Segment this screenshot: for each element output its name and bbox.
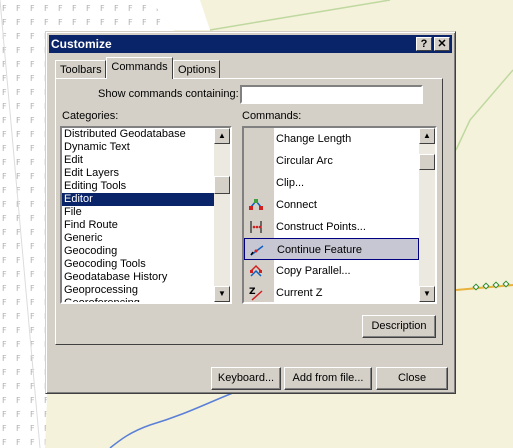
dialog-title-bar[interactable]: Customize ? ✕ [49,35,452,53]
command-label: Construct Points... [276,221,366,233]
add-from-file-button[interactable]: Add from file... [284,367,372,390]
commands-scrollbar[interactable]: ▲ ▼ [419,128,435,302]
category-item[interactable]: Geocoding Tools [62,258,214,271]
commands-listbox[interactable]: Change Length Circular Arc Clip... Connect C… [242,126,437,304]
tab-options[interactable]: Options [173,60,220,79]
connect-icon [248,197,264,213]
blank-icon [248,131,264,147]
command-item[interactable]: Z Current Z [244,282,419,302]
scroll-down-arrow-icon[interactable]: ▼ [419,286,435,302]
tab-options-label: Options [178,64,216,76]
commands-header: Commands: [242,110,302,122]
keyboard-button[interactable]: Keyboard... [211,367,281,390]
continue-feature-icon [249,242,265,258]
command-label: Circular Arc [276,155,333,167]
scroll-up-arrow-icon[interactable]: ▲ [214,128,230,144]
category-item[interactable]: Geocoding [62,245,214,258]
close-window-button[interactable]: ✕ [434,37,450,51]
search-label: Show commands containing: [98,88,239,100]
category-item[interactable]: File [62,206,214,219]
categories-listbox[interactable]: Distributed Geodatabase Dynamic Text Edit E… [60,126,232,304]
command-item[interactable]: Circular Arc [244,150,419,172]
current-z-icon: Z [248,285,264,301]
blank-icon [248,153,264,169]
categories-header: Categories: [62,110,119,122]
category-item[interactable]: Geoprocessing [62,284,214,297]
command-item[interactable]: Copy Parallel... [244,260,419,282]
category-item[interactable]: Edit Layers [62,167,214,180]
help-button[interactable]: ? [416,37,432,51]
category-item[interactable]: Georeferencing [62,297,214,302]
command-item[interactable]: Change Length [244,128,419,150]
command-label: Change Length [276,133,352,145]
close-button[interactable]: Close [376,367,448,390]
categories-scrollbar[interactable]: ▲ ▼ [214,128,230,302]
svg-text:Z: Z [249,287,256,297]
command-item[interactable]: Construct Points... [244,216,419,238]
search-input[interactable] [240,85,423,104]
command-item[interactable]: Clip... [244,172,419,194]
command-label: Copy Parallel... [276,265,351,277]
command-label: Continue Feature [277,244,362,256]
command-item[interactable]: Continue Feature [244,238,419,260]
command-item[interactable]: Connect [244,194,419,216]
category-item[interactable]: Edit [62,154,214,167]
blank-icon [248,175,264,191]
categories-scroll-thumb[interactable] [214,176,230,194]
command-label: Current Z [276,287,323,299]
scroll-up-arrow-icon[interactable]: ▲ [419,128,435,144]
tab-commands[interactable]: Commands [106,57,173,79]
dialog-title: Customize [51,37,112,51]
tab-commands-label: Commands [111,61,168,73]
category-item[interactable]: Editing Tools [62,180,214,193]
category-item[interactable]: Geodatabase History [62,271,214,284]
category-item[interactable]: Generic [62,232,214,245]
category-item[interactable]: Dynamic Text [62,141,214,154]
category-item[interactable]: Editor [62,193,214,206]
command-label: Connect [276,199,317,211]
copy-parallel-icon [248,263,264,279]
description-button[interactable]: Description [362,315,436,338]
tab-toolbars-label: Toolbars [60,64,102,76]
command-label: Clip... [276,177,305,189]
commands-scroll-thumb[interactable] [419,154,435,170]
construct-points-icon [248,219,264,235]
scroll-down-arrow-icon[interactable]: ▼ [214,286,230,302]
tab-toolbars[interactable]: Toolbars [55,60,106,79]
category-item[interactable]: Distributed Geodatabase [62,128,214,141]
category-item[interactable]: Find Route [62,219,214,232]
